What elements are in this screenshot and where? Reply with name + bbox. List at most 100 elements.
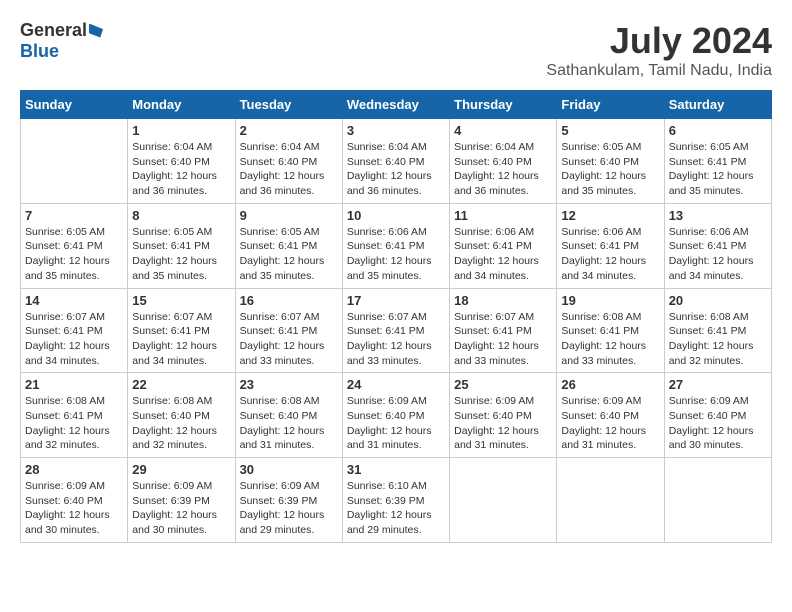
day-info: Sunrise: 6:05 AMSunset: 6:40 PMDaylight:… [561, 140, 659, 199]
calendar-cell: 16 Sunrise: 6:07 AMSunset: 6:41 PMDayligh… [235, 288, 342, 373]
location-title: Sathankulam, Tamil Nadu, India [546, 62, 772, 80]
day-info: Sunrise: 6:08 AMSunset: 6:40 PMDaylight:… [132, 394, 230, 453]
day-info: Sunrise: 6:05 AMSunset: 6:41 PMDaylight:… [132, 225, 230, 284]
day-info: Sunrise: 6:06 AMSunset: 6:41 PMDaylight:… [347, 225, 445, 284]
weekday-header-monday: Monday [128, 91, 235, 119]
day-number: 18 [454, 293, 552, 308]
day-info: Sunrise: 6:08 AMSunset: 6:41 PMDaylight:… [25, 394, 123, 453]
week-row-3: 14 Sunrise: 6:07 AMSunset: 6:41 PMDayligh… [21, 288, 772, 373]
calendar-cell: 26 Sunrise: 6:09 AMSunset: 6:40 PMDayligh… [557, 373, 664, 458]
day-number: 19 [561, 293, 659, 308]
week-row-4: 21 Sunrise: 6:08 AMSunset: 6:41 PMDayligh… [21, 373, 772, 458]
calendar-cell: 20 Sunrise: 6:08 AMSunset: 6:41 PMDayligh… [664, 288, 771, 373]
logo-icon [89, 24, 103, 38]
calendar-cell: 30Sunrise: 6:09 AMSunset: 6:39 PMDayligh… [235, 458, 342, 543]
day-info: Sunrise: 6:07 AMSunset: 6:41 PMDaylight:… [240, 310, 338, 369]
day-number: 25 [454, 377, 552, 392]
day-number: 29 [132, 462, 230, 477]
week-row-2: 7 Sunrise: 6:05 AMSunset: 6:41 PMDaylight… [21, 203, 772, 288]
calendar-cell: 8 Sunrise: 6:05 AMSunset: 6:41 PMDaylight… [128, 203, 235, 288]
day-info: Sunrise: 6:08 AMSunset: 6:41 PMDaylight:… [669, 310, 767, 369]
weekday-header-friday: Friday [557, 91, 664, 119]
calendar-cell: 14 Sunrise: 6:07 AMSunset: 6:41 PMDayligh… [21, 288, 128, 373]
weekday-header-row: SundayMondayTuesdayWednesdayThursdayFrid… [21, 91, 772, 119]
day-info: Sunrise: 6:09 AMSunset: 6:40 PMDaylight:… [669, 394, 767, 453]
day-info: Sunrise: 6:07 AMSunset: 6:41 PMDaylight:… [25, 310, 123, 369]
day-info: Sunrise: 6:04 AMSunset: 6:40 PMDaylight:… [454, 140, 552, 199]
calendar-cell: 18 Sunrise: 6:07 AMSunset: 6:41 PMDayligh… [450, 288, 557, 373]
day-number: 6 [669, 123, 767, 138]
weekday-header-thursday: Thursday [450, 91, 557, 119]
calendar-cell: 11 Sunrise: 6:06 AMSunset: 6:41 PMDayligh… [450, 203, 557, 288]
day-number: 2 [240, 123, 338, 138]
day-number: 5 [561, 123, 659, 138]
day-number: 13 [669, 208, 767, 223]
calendar-cell: 1Sunrise: 6:04 AMSunset: 6:40 PMDaylight… [128, 119, 235, 204]
week-row-1: 1 Sunrise: 6:04 AMSunset: 6:40 PMDaylight… [21, 119, 772, 204]
calendar-cell: 7 Sunrise: 6:05 AMSunset: 6:41 PMDaylight… [21, 203, 128, 288]
weekday-header-saturday: Saturday [664, 91, 771, 119]
day-info: Sunrise: 6:06 AMSunset: 6:41 PMDaylight:… [454, 225, 552, 284]
day-info: Sunrise: 6:09 AMSunset: 6:40 PMDaylight:… [454, 394, 552, 453]
day-number: 21 [25, 377, 123, 392]
calendar-cell: 4 Sunrise: 6:04 AMSunset: 6:40 PMDaylight… [450, 119, 557, 204]
logo-blue: Blue [20, 41, 59, 62]
day-number: 22 [132, 377, 230, 392]
calendar-cell: 13Sunrise: 6:06 AMSunset: 6:41 PMDayligh… [664, 203, 771, 288]
calendar-cell [450, 458, 557, 543]
day-info: Sunrise: 6:05 AMSunset: 6:41 PMDaylight:… [669, 140, 767, 199]
day-info: Sunrise: 6:07 AMSunset: 6:41 PMDaylight:… [347, 310, 445, 369]
weekday-header-tuesday: Tuesday [235, 91, 342, 119]
day-number: 1 [132, 123, 230, 138]
day-number: 4 [454, 123, 552, 138]
calendar-cell [21, 119, 128, 204]
calendar-cell: 23Sunrise: 6:08 AMSunset: 6:40 PMDayligh… [235, 373, 342, 458]
weekday-header-sunday: Sunday [21, 91, 128, 119]
day-number: 10 [347, 208, 445, 223]
day-info: Sunrise: 6:05 AMSunset: 6:41 PMDaylight:… [25, 225, 123, 284]
day-info: Sunrise: 6:10 AMSunset: 6:39 PMDaylight:… [347, 479, 445, 538]
day-info: Sunrise: 6:09 AMSunset: 6:40 PMDaylight:… [561, 394, 659, 453]
day-number: 3 [347, 123, 445, 138]
day-number: 16 [240, 293, 338, 308]
calendar-cell: 12 Sunrise: 6:06 AMSunset: 6:41 PMDayligh… [557, 203, 664, 288]
calendar-cell: 2Sunrise: 6:04 AMSunset: 6:40 PMDaylight… [235, 119, 342, 204]
day-info: Sunrise: 6:09 AMSunset: 6:40 PMDaylight:… [347, 394, 445, 453]
day-info: Sunrise: 6:09 AMSunset: 6:39 PMDaylight:… [132, 479, 230, 538]
calendar-cell: 22 Sunrise: 6:08 AMSunset: 6:40 PMDayligh… [128, 373, 235, 458]
day-info: Sunrise: 6:04 AMSunset: 6:40 PMDaylight:… [347, 140, 445, 199]
calendar-cell: 29 Sunrise: 6:09 AMSunset: 6:39 PMDayligh… [128, 458, 235, 543]
title-area: July 2024 Sathankulam, Tamil Nadu, India [546, 20, 772, 80]
day-number: 30 [240, 462, 338, 477]
calendar-cell: 31Sunrise: 6:10 AMSunset: 6:39 PMDayligh… [342, 458, 449, 543]
calendar-cell: 3 Sunrise: 6:04 AMSunset: 6:40 PMDaylight… [342, 119, 449, 204]
day-number: 27 [669, 377, 767, 392]
header: General Blue July 2024 Sathankulam, Tami… [20, 20, 772, 80]
calendar-cell [664, 458, 771, 543]
calendar-cell: 15Sunrise: 6:07 AMSunset: 6:41 PMDayligh… [128, 288, 235, 373]
day-number: 20 [669, 293, 767, 308]
weekday-header-wednesday: Wednesday [342, 91, 449, 119]
day-number: 11 [454, 208, 552, 223]
day-number: 26 [561, 377, 659, 392]
day-info: Sunrise: 6:06 AMSunset: 6:41 PMDaylight:… [561, 225, 659, 284]
calendar-cell: 19Sunrise: 6:08 AMSunset: 6:41 PMDayligh… [557, 288, 664, 373]
logo-general: General [20, 20, 87, 41]
day-number: 14 [25, 293, 123, 308]
calendar-cell: 9Sunrise: 6:05 AMSunset: 6:41 PMDaylight… [235, 203, 342, 288]
day-number: 9 [240, 208, 338, 223]
day-number: 15 [132, 293, 230, 308]
day-number: 7 [25, 208, 123, 223]
day-number: 8 [132, 208, 230, 223]
day-info: Sunrise: 6:09 AMSunset: 6:40 PMDaylight:… [25, 479, 123, 538]
day-info: Sunrise: 6:07 AMSunset: 6:41 PMDaylight:… [454, 310, 552, 369]
calendar-cell: 28Sunrise: 6:09 AMSunset: 6:40 PMDayligh… [21, 458, 128, 543]
day-number: 17 [347, 293, 445, 308]
calendar-cell: 27 Sunrise: 6:09 AMSunset: 6:40 PMDayligh… [664, 373, 771, 458]
calendar-cell: 5 Sunrise: 6:05 AMSunset: 6:40 PMDaylight… [557, 119, 664, 204]
calendar-cell: 21 Sunrise: 6:08 AMSunset: 6:41 PMDayligh… [21, 373, 128, 458]
calendar-cell: 24Sunrise: 6:09 AMSunset: 6:40 PMDayligh… [342, 373, 449, 458]
day-number: 23 [240, 377, 338, 392]
day-number: 12 [561, 208, 659, 223]
calendar-table: SundayMondayTuesdayWednesdayThursdayFrid… [20, 90, 772, 543]
